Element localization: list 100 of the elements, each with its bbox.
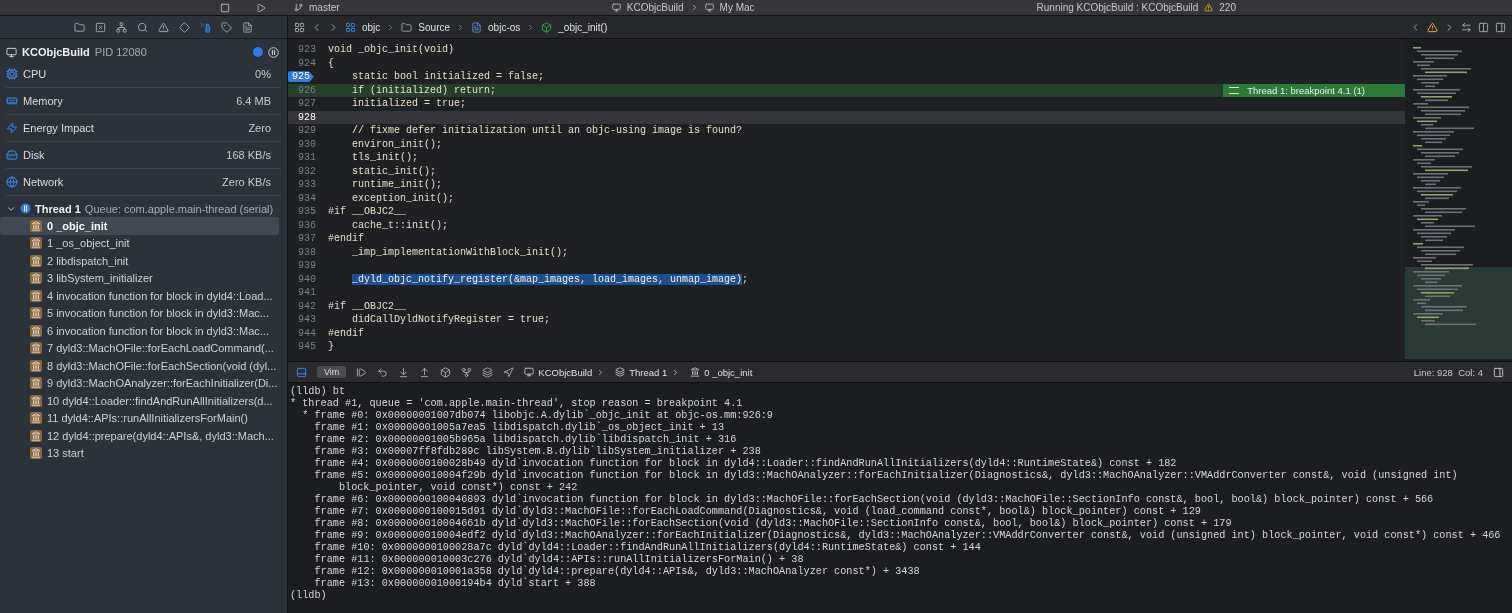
path-item[interactable]: objc <box>362 21 381 33</box>
disk-gauge-icon <box>6 149 18 161</box>
stop-icon[interactable] <box>220 2 230 13</box>
process-name[interactable]: KCObjcBuild <box>22 46 90 58</box>
gauge-label[interactable]: Network <box>23 176 64 188</box>
code-line: } <box>328 341 334 353</box>
stack-frame[interactable]: 1 _os_object_init <box>0 234 279 252</box>
debug-path-item[interactable]: KCObjcBuild <box>538 366 593 378</box>
computer-icon <box>704 3 714 12</box>
environment-icon[interactable] <box>482 366 494 378</box>
step-into-icon[interactable] <box>398 366 410 378</box>
frame-label: 12 dyld4::prepare(dyld4::APIs&, dyld3::Mach... <box>47 429 274 442</box>
frame-label: 8 dyld3::MachOFile::forEachSection(void (dyl... <box>47 359 277 372</box>
hierarchy-navigator-tab[interactable] <box>116 21 127 33</box>
line-number: 936 <box>297 219 317 231</box>
cpu-gauge-icon <box>6 68 18 80</box>
test-navigator-tab[interactable] <box>179 21 190 33</box>
library-icon <box>30 429 42 442</box>
warning-count[interactable]: 220 <box>1219 2 1236 13</box>
breakpoint-annotation: Thread 1: breakpoint 4.1 (1) <box>1223 83 1405 97</box>
console-line: frame #12: 0x000000010001a358 dyld`dyld4::prepare(dyld4::APIs&, dyld3::MachOAnalyzer const*) + 3438 <box>313 566 921 578</box>
editor-options-icon[interactable] <box>1478 21 1489 33</box>
breakpoint-marker[interactable]: 925 <box>288 71 314 83</box>
stack-frame[interactable]: 7 dyld3::MachOFile::forEachLoadCommand(... <box>0 339 279 357</box>
line-number: 930 <box>297 138 317 150</box>
add-editor-icon[interactable] <box>1495 21 1506 33</box>
breakpoint-navigator-tab[interactable] <box>221 21 232 33</box>
play-icon[interactable] <box>256 2 266 13</box>
line-number: 942 <box>297 300 317 312</box>
console-line: frame #9: 0x000000010004edf2 dyld`dyld3::MachOAnalyzer::forEachInitializer(Diagnostics&, dyld3::MachOAnalyzer::VMAddrConverter const&, void (unsigned int) block_pointer, void const*) const + 466 <box>313 530 1502 542</box>
path-item[interactable]: objc-os <box>488 21 521 33</box>
memory-graph-icon[interactable] <box>461 366 473 378</box>
library-icon <box>30 254 42 267</box>
frame-label: 10 dyld4::Loader::findAndRunAllInitializers(d... <box>47 394 273 407</box>
line-number: 944 <box>297 327 317 339</box>
report-navigator-tab[interactable] <box>242 21 253 33</box>
stack-frame[interactable]: 2 libdispatch_init <box>0 252 279 270</box>
path-item[interactable]: Source <box>418 21 451 33</box>
thread-queue: Queue: com.apple.main-thread (serial) <box>84 202 274 215</box>
path-item[interactable]: _objc_init() <box>558 21 608 33</box>
step-over-icon[interactable] <box>377 366 389 378</box>
console-toggle-icon[interactable] <box>296 366 307 378</box>
gauge-label[interactable]: Memory <box>23 95 63 107</box>
continue-icon[interactable] <box>356 366 368 378</box>
location-icon[interactable] <box>503 366 515 378</box>
gauge-label[interactable]: Disk <box>23 149 45 161</box>
line-number: 938 <box>297 246 317 258</box>
library-icon <box>30 289 42 302</box>
console-line: frame #13: 0x00000001000194b4 dyld`start + 388 <box>313 578 596 590</box>
scheme-name[interactable]: KCObjcBuild <box>626 2 684 13</box>
code-line: didCallDyldNotifyRegister = true; <box>351 314 551 326</box>
debug-path-item[interactable]: 0 _objc_init <box>704 366 753 378</box>
frame-label: 5 invocation function for block in dyld3::Mac... <box>47 307 269 320</box>
frame-label: 11 dyld4::APIs::runAllInitializersForMain() <box>47 412 248 425</box>
code-line: static bool initialized = false; <box>351 71 545 83</box>
line-number: 933 <box>297 179 317 191</box>
stack-frame[interactable]: 3 libSystem_initializer <box>0 269 279 287</box>
vim-button[interactable]: Vim <box>317 366 347 378</box>
destination-name[interactable]: My Mac <box>719 2 755 13</box>
stack-frame[interactable]: 12 dyld4::prepare(dyld4::APIs&, dyld3::Mach... <box>0 427 279 445</box>
frame-label: 4 invocation function for block in dyld4::Load... <box>47 289 273 302</box>
console-line: frame #6: 0x0000000100046893 dyld`invocation function for block in dyld3::MachOFile::forEachSection(void (dyld3::MachOFile::SectionInfo const&, bool, bool&) block_pointer) const + 566 <box>313 494 1435 506</box>
thread-name[interactable]: Thread 1 <box>35 202 81 215</box>
stack-frame[interactable]: 5 invocation function for block in dyld3::Mac... <box>0 304 279 322</box>
file-icon <box>471 21 483 33</box>
folder-navigator-tab[interactable] <box>74 21 85 33</box>
stack-frame[interactable]: 11 dyld4::APIs::runAllInitializersForMain() <box>0 409 279 427</box>
console-line: frame #2: 0x00000001005b965a libdispatch.dylib`libdispatch_init + 316 <box>313 434 738 446</box>
stack-frame[interactable]: 0 _objc_init <box>0 217 279 235</box>
code-line: #endif <box>328 327 364 339</box>
related-items-icon[interactable] <box>1461 21 1472 33</box>
console-line: (lldb) bt <box>290 386 347 398</box>
step-out-icon[interactable] <box>419 366 431 378</box>
network-gauge-icon <box>6 176 18 188</box>
gauge-value: 0% <box>255 68 272 80</box>
warning-icon[interactable] <box>1427 21 1438 33</box>
library-icon <box>30 237 42 250</box>
gauge-label[interactable]: CPU <box>23 68 47 80</box>
panel-toggle-icon[interactable] <box>1493 366 1504 378</box>
stack-frame[interactable]: 10 dyld4::Loader::findAndRunAllInitializers(d... <box>0 392 279 410</box>
branch-icon <box>294 3 303 12</box>
gauge-label[interactable]: Energy Impact <box>23 122 94 134</box>
frame-label: 7 dyld3::MachOFile::forEachLoadCommand(... <box>47 342 274 355</box>
debug-path-item[interactable]: Thread 1 <box>629 366 668 378</box>
grid-icon[interactable] <box>294 21 305 33</box>
code-line: _imp_implementationWithBlock_init(); <box>351 246 569 258</box>
stack-frame[interactable]: 13 start <box>0 444 279 462</box>
pause-icon[interactable] <box>268 46 279 58</box>
issue-navigator-tab[interactable] <box>158 21 169 33</box>
stack-frame[interactable]: 8 dyld3::MachOFile::forEachSection(void (dyl... <box>0 357 279 375</box>
library-icon <box>30 219 42 232</box>
view-debugger-icon[interactable] <box>440 366 452 378</box>
stack-frame[interactable]: 9 dyld3::MachOAnalyzer::forEachInitializer(Di... <box>0 374 279 392</box>
source-navigator-tab[interactable] <box>95 21 106 33</box>
stack-frame[interactable]: 6 invocation function for block in dyld3::Mac... <box>0 322 279 340</box>
line-number: 927 <box>297 98 317 110</box>
search-navigator-tab[interactable] <box>137 21 148 33</box>
console-line: frame #7: 0x0000000100015d91 dyld`dyld3::MachOFile::forEachLoadCommand(Diagnostics&, void (load_command const*, bool&) block_pointer) const + 129 <box>313 506 1202 518</box>
debug-navigator-tab[interactable] <box>200 21 211 33</box>
stack-frame[interactable]: 4 invocation function for block in dyld4::Load... <box>0 287 279 305</box>
